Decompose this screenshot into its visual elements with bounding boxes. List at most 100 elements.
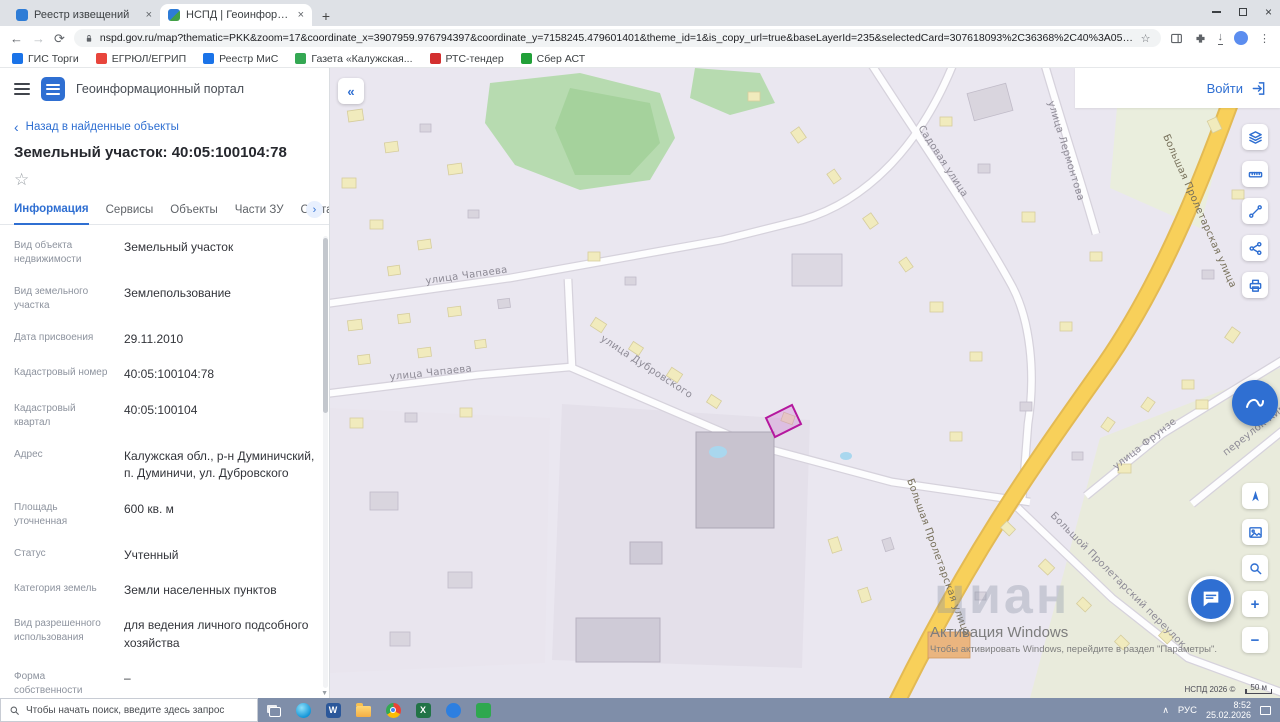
windows-taskbar: Чтобы начать поиск, введите здесь запрос… (0, 698, 1280, 722)
maximize-icon[interactable] (1238, 8, 1247, 16)
chrome-button[interactable] (378, 698, 408, 722)
extensions-puzzle-icon[interactable] (1194, 32, 1207, 45)
hamburger-menu-icon[interactable] (14, 83, 30, 95)
nspd-logo (41, 77, 65, 101)
table-row: Вид объекта недвижимости Земельный участо… (0, 230, 329, 276)
info-value: 600 кв. м (124, 501, 174, 516)
app-blue-icon (445, 702, 461, 718)
bookmark-item[interactable]: Реестр МиС (203, 53, 278, 65)
info-rows: Вид объекта недвижимости Земельный участо… (0, 225, 329, 698)
basemap-button[interactable] (1242, 519, 1268, 545)
favorite-star-icon[interactable]: ☆ (0, 163, 329, 194)
app-green-button[interactable] (468, 698, 498, 722)
notification-center-icon[interactable] (1260, 705, 1271, 715)
sidebar-icon[interactable] (1170, 32, 1183, 45)
info-label: Статус (14, 547, 46, 559)
bookmark-item[interactable]: РТС-тендер (429, 52, 504, 65)
bookmark-label: РТС-тендер (445, 52, 504, 65)
map-graphics: улица Чапаева улица Чапаева улица Дубров… (330, 68, 1280, 698)
panel-scrollbar[interactable] (323, 236, 328, 688)
bookmark-item[interactable]: ЕГРЮЛ/ЕГРИП (95, 53, 186, 65)
windows-activation-watermark: Активация Windows Чтобы активировать Win… (930, 624, 1217, 655)
tab-close-icon[interactable]: × (146, 9, 152, 21)
address-bar[interactable]: nspd.gov.ru/map?thematic=PKK&zoom=17&coo… (73, 29, 1161, 47)
collapse-panel-button[interactable]: « (338, 78, 364, 104)
clock[interactable]: 8:52 25.02.2026 (1206, 700, 1251, 721)
hidden-icons-chevron[interactable]: ∧ (1162, 705, 1169, 716)
table-row: Кадастровый номер 40:05:100104:78 (0, 357, 329, 392)
tabs-scroll-right-icon[interactable]: › (306, 201, 323, 218)
reload-icon[interactable]: ⟳ (54, 32, 65, 45)
map-building (404, 412, 418, 423)
tab-information[interactable]: Информация (14, 194, 89, 225)
info-value: Учтенный (124, 547, 179, 562)
file-explorer-button[interactable] (348, 698, 378, 722)
browser-menu-icon[interactable]: ⋮ (1259, 32, 1270, 45)
table-row: Адрес Калужская обл., р-н Думиничский, п.… (0, 439, 329, 492)
print-button[interactable] (1242, 272, 1268, 298)
edge-button[interactable] (288, 698, 318, 722)
locate-button[interactable] (1242, 483, 1268, 509)
browser-tab-2-active[interactable]: НСПД | Геоинформационный п × (160, 4, 312, 26)
search-area-button[interactable] (1242, 555, 1268, 581)
locate-arrow-icon (1251, 490, 1259, 501)
profile-avatar[interactable] (1234, 31, 1248, 45)
tab-parts[interactable]: Части ЗУ (235, 195, 284, 224)
minimize-icon[interactable] (1211, 11, 1221, 13)
table-row: Вид земельного участка Землепользование (0, 276, 329, 322)
printer-icon (1249, 279, 1261, 292)
tab-services[interactable]: Сервисы (106, 195, 154, 224)
bookmark-favicon (429, 53, 441, 64)
downloads-icon[interactable]: ↓ (1217, 31, 1223, 45)
measure-button[interactable] (1242, 161, 1268, 187)
browser-toolbar: ← → ⟳ nspd.gov.ru/map?thematic=PKK&zoom=… (0, 26, 1280, 50)
app-title: Геоинформационный портал (76, 82, 245, 96)
map-building (474, 338, 487, 350)
bookmark-star-icon[interactable]: ☆ (1141, 32, 1151, 45)
sketch-tool-button[interactable] (1232, 380, 1278, 426)
panel-tabs: Информация Сервисы Объекты Части ЗУ Сост… (0, 194, 329, 225)
language-indicator[interactable]: РУС (1178, 705, 1197, 716)
info-value: 40:05:100104:78 (124, 367, 215, 382)
info-value: Калужская обл., р-н Думиничский, п. Думи… (124, 448, 315, 481)
share-button[interactable] (1242, 235, 1268, 261)
word-button[interactable]: W (318, 698, 348, 722)
login-button[interactable]: Войти (1207, 81, 1243, 96)
map-building (939, 116, 953, 127)
scrollbar-down-arrow[interactable]: ▼ (321, 690, 328, 697)
tab-objects[interactable]: Объекты (170, 195, 217, 224)
bookmark-item[interactable]: Сбер АСТ (520, 53, 585, 65)
back-to-results-link[interactable]: ‹ Назад в найденные объекты (0, 110, 329, 134)
task-view-button[interactable] (258, 698, 288, 722)
layers-button[interactable] (1242, 124, 1268, 150)
tray-date: 25.02.2026 (1205, 710, 1251, 720)
login-bar: Войти (1075, 68, 1280, 108)
object-info-panel: Геоинформационный портал ‹ Назад в найде… (0, 68, 330, 698)
login-icon[interactable] (1251, 81, 1266, 96)
map-building (497, 297, 511, 310)
bookmark-item[interactable]: ГИС Торги (12, 53, 79, 65)
taskbar-search-box[interactable]: Чтобы начать поиск, введите здесь запрос (0, 698, 258, 722)
map-building (1201, 269, 1215, 280)
table-row: Вид разрешенного использования для ведени… (0, 608, 329, 661)
zoom-in-button[interactable]: + (1242, 591, 1268, 617)
excel-button[interactable]: X (408, 698, 438, 722)
map-building (446, 162, 464, 176)
map-building (416, 238, 433, 251)
chat-bubble-icon (1203, 591, 1219, 607)
chat-support-button[interactable] (1188, 576, 1234, 622)
new-tab-button[interactable]: + (316, 6, 336, 26)
route-button[interactable] (1242, 198, 1268, 224)
browser-tab-1[interactable]: Реестр извещений × (8, 4, 160, 26)
map-canvas[interactable]: улица Чапаева улица Чапаева улица Дубров… (330, 68, 1280, 698)
plus-icon: + (1250, 595, 1260, 613)
zoom-out-button[interactable]: − (1242, 627, 1268, 653)
bookmark-item[interactable]: Газета «Калужская... (295, 53, 413, 65)
tab-close-icon[interactable]: × (298, 9, 304, 21)
app-blue-button[interactable] (438, 698, 468, 722)
forward-icon[interactable]: → (32, 32, 45, 45)
scrollbar-thumb[interactable] (323, 238, 328, 413)
back-icon[interactable]: ← (10, 32, 23, 45)
close-icon[interactable]: × (1265, 6, 1272, 18)
bookmark-favicon (203, 53, 215, 64)
